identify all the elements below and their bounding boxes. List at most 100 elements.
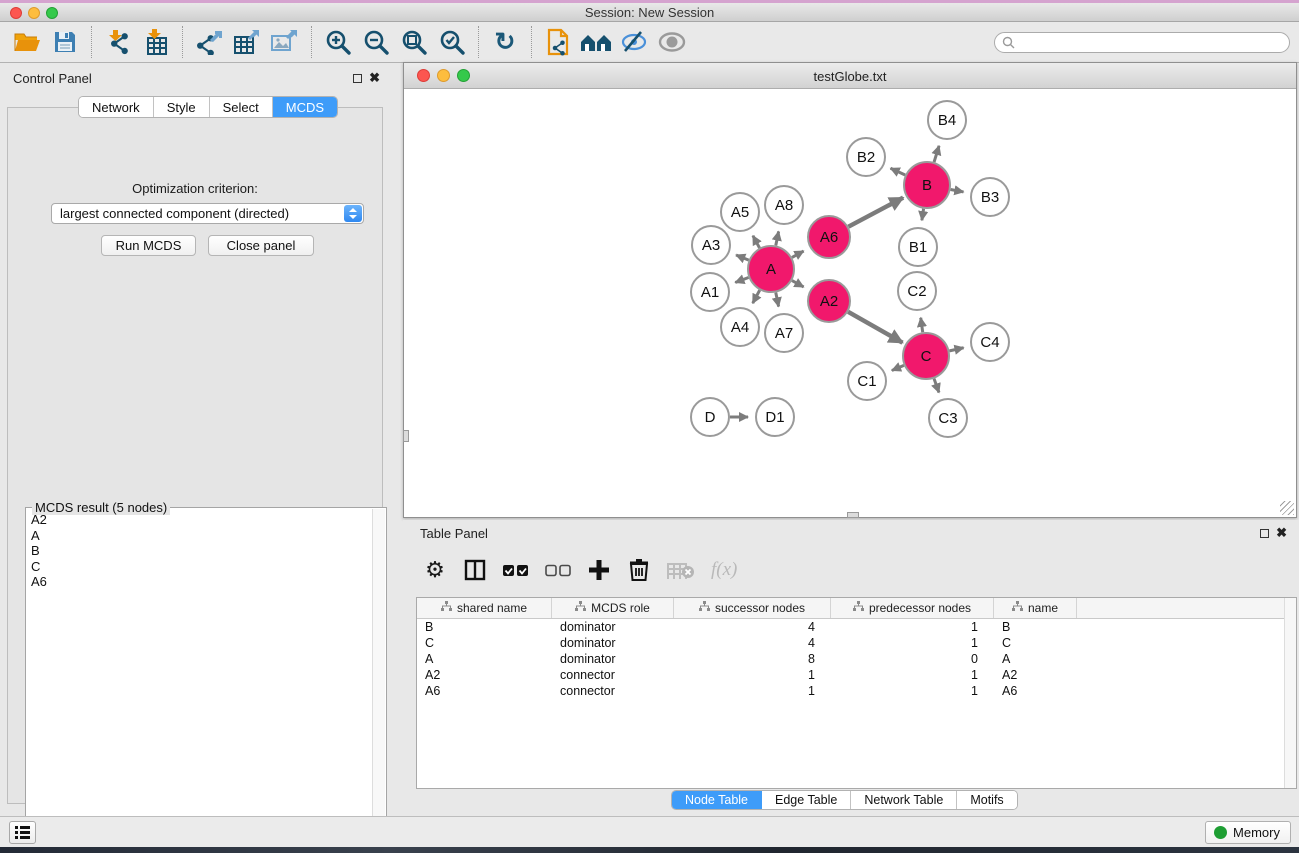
node-A[interactable]: A	[748, 246, 794, 292]
tab-style[interactable]: Style	[154, 97, 210, 117]
edge-A-A6[interactable]	[792, 251, 804, 257]
column-header-name[interactable]: name	[994, 598, 1077, 618]
result-item[interactable]: A2	[27, 512, 371, 528]
export-network-icon[interactable]	[190, 25, 228, 59]
edge-A-A7[interactable]	[776, 293, 779, 307]
edge-C-C3[interactable]	[934, 379, 939, 393]
node-A2[interactable]: A2	[808, 280, 850, 322]
zoom-out-icon[interactable]	[357, 25, 395, 59]
node-D[interactable]: D	[691, 398, 729, 436]
import-network-icon[interactable]	[99, 25, 137, 59]
node-A6[interactable]: A6	[808, 216, 850, 258]
zoom-selected-icon[interactable]	[433, 25, 471, 59]
node-C1[interactable]: C1	[848, 362, 886, 400]
frame-resize-grip[interactable]	[1280, 501, 1294, 515]
node-A4[interactable]: A4	[721, 308, 759, 346]
table-scrollbar[interactable]	[1284, 598, 1296, 788]
delete-column-icon[interactable]	[627, 557, 651, 583]
table-row[interactable]: Adominator80A	[417, 651, 1296, 667]
select-all-columns-icon[interactable]	[503, 557, 529, 583]
edge-C-C4[interactable]	[949, 348, 963, 351]
tab-node-table[interactable]: Node Table	[672, 791, 762, 809]
edge-C-C1[interactable]	[892, 365, 904, 370]
node-B4[interactable]: B4	[928, 101, 966, 139]
node-A8[interactable]: A8	[765, 186, 803, 224]
column-header-successor-nodes[interactable]: successor nodes	[674, 598, 831, 618]
table-row[interactable]: A6connector11A6	[417, 683, 1296, 699]
network-document-icon[interactable]	[539, 25, 577, 59]
task-history-button[interactable]	[9, 821, 36, 844]
edge-B-B3[interactable]	[951, 189, 964, 191]
network-graph[interactable]: B4B2BB3A5A8A6A3B1AA1C2A2A4A7C4CC1C3DD1	[404, 89, 1296, 517]
zoom-fit-icon[interactable]	[395, 25, 433, 59]
toggle-graphics-details-icon[interactable]	[615, 25, 653, 59]
column-header-shared-name[interactable]: shared name	[417, 598, 552, 618]
edge-A-A1[interactable]	[735, 277, 748, 282]
show-hide-panels-icon[interactable]	[653, 25, 691, 59]
edge-C-C2[interactable]	[921, 318, 923, 332]
show-columns-icon[interactable]	[463, 557, 487, 583]
export-image-icon[interactable]	[266, 25, 304, 59]
edge-A-A5[interactable]	[753, 236, 760, 248]
table-row[interactable]: A2connector11A2	[417, 667, 1296, 683]
result-item[interactable]: B	[27, 543, 371, 559]
node-C2[interactable]: C2	[898, 272, 936, 310]
edge-B-B4[interactable]	[934, 146, 939, 162]
mcds-result-list[interactable]: A2ABCA6	[27, 512, 371, 844]
open-session-icon[interactable]	[8, 25, 46, 59]
edge-A6-B[interactable]	[848, 198, 903, 227]
node-A3[interactable]: A3	[692, 226, 730, 264]
edge-A2-C[interactable]	[848, 312, 902, 343]
result-item[interactable]: A6	[27, 574, 371, 590]
save-session-icon[interactable]	[46, 25, 84, 59]
edge-A-A4[interactable]	[753, 290, 760, 303]
result-scrollbar[interactable]	[372, 509, 385, 844]
import-table-icon[interactable]	[137, 25, 175, 59]
node-A5[interactable]: A5	[721, 193, 759, 231]
result-item[interactable]: A	[27, 528, 371, 544]
table-row[interactable]: Cdominator41C	[417, 635, 1296, 651]
frame-resize-handle-left[interactable]	[403, 430, 409, 442]
frame-resize-handle-bottom[interactable]	[847, 512, 859, 518]
node-A7[interactable]: A7	[765, 314, 803, 352]
node-C[interactable]: C	[903, 333, 949, 379]
node-A1[interactable]: A1	[691, 273, 729, 311]
search-field[interactable]	[994, 32, 1290, 53]
node-B[interactable]: B	[904, 162, 950, 208]
node-B2[interactable]: B2	[847, 138, 885, 176]
float-table-panel-icon[interactable]	[1260, 529, 1269, 538]
refresh-icon[interactable]: ↻	[486, 25, 524, 59]
node-D1[interactable]: D1	[756, 398, 794, 436]
tab-network[interactable]: Network	[79, 97, 154, 117]
edge-A-A2[interactable]	[792, 281, 804, 287]
column-header-predecessor-nodes[interactable]: predecessor nodes	[831, 598, 994, 618]
node-B3[interactable]: B3	[971, 178, 1009, 216]
node-C3[interactable]: C3	[929, 399, 967, 437]
export-table-icon[interactable]	[228, 25, 266, 59]
deselect-all-columns-icon[interactable]	[545, 557, 571, 583]
zoom-in-icon[interactable]	[319, 25, 357, 59]
add-column-icon[interactable]	[587, 557, 611, 583]
optimization-criterion-dropdown[interactable]: largest connected component (directed)	[51, 203, 364, 224]
edge-B-B2[interactable]	[891, 168, 906, 175]
run-mcds-button[interactable]: Run MCDS	[101, 235, 196, 256]
search-input[interactable]	[1015, 36, 1289, 50]
memory-button[interactable]: Memory	[1205, 821, 1291, 844]
tab-edge-table[interactable]: Edge Table	[762, 791, 851, 809]
result-item[interactable]: C	[27, 559, 371, 575]
column-header-MCDS-role[interactable]: MCDS role	[552, 598, 674, 618]
close-table-panel-icon[interactable]: ✖	[1276, 525, 1287, 541]
edge-A-A3[interactable]	[736, 255, 749, 260]
table-row[interactable]: Bdominator41B	[417, 619, 1296, 635]
tab-motifs[interactable]: Motifs	[957, 791, 1016, 809]
edge-B-B1[interactable]	[922, 209, 924, 221]
close-panel-button[interactable]: Close panel	[208, 235, 314, 256]
tab-network-table[interactable]: Network Table	[851, 791, 957, 809]
float-panel-icon[interactable]	[353, 74, 362, 83]
node-B1[interactable]: B1	[899, 228, 937, 266]
table-settings-icon[interactable]: ⚙	[423, 557, 447, 583]
tab-select[interactable]: Select	[210, 97, 273, 117]
edge-A-A8[interactable]	[776, 231, 779, 245]
close-panel-icon[interactable]: ✖	[369, 70, 380, 86]
tab-mcds[interactable]: MCDS	[273, 97, 337, 117]
